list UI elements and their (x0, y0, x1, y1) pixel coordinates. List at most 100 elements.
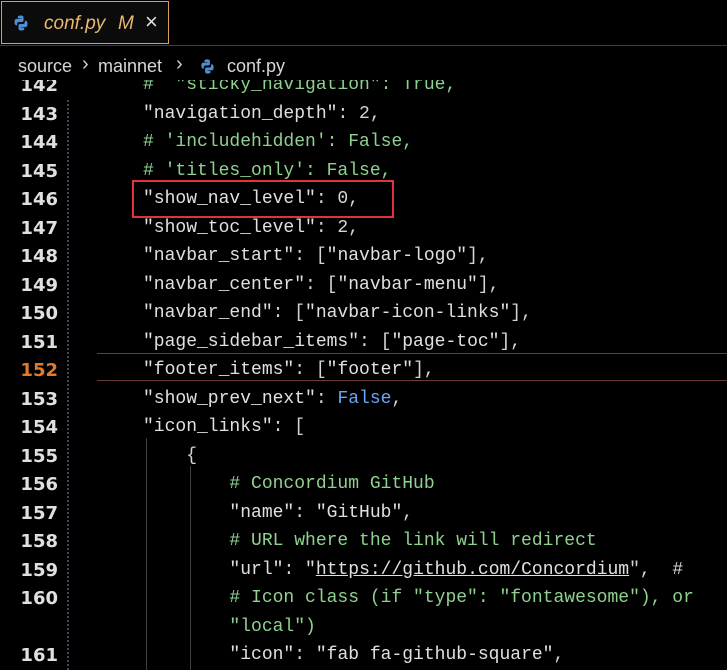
code-token: "page-toc" (391, 331, 500, 352)
indent-guide (67, 100, 69, 670)
code-line[interactable]: "icon_links": [ (143, 417, 305, 437)
code-token: False (337, 388, 392, 409)
code-line[interactable]: "local") (143, 616, 316, 637)
code-line[interactable]: "name": "GitHub", (143, 503, 413, 523)
breadcrumb: source › mainnet › conf.py (0, 52, 727, 80)
code-token: ], (413, 360, 435, 380)
line-number: 142 (20, 80, 58, 96)
code-token: { (143, 445, 198, 466)
code-line[interactable]: "footer_items": ["footer"], (143, 360, 435, 380)
line-number: 145 (20, 160, 58, 182)
code-token: # 'includehidden': False, (143, 132, 414, 152)
code-token: , (553, 645, 565, 665)
code-token: ], (510, 303, 532, 323)
code-token: , (402, 502, 414, 523)
code-token: ], (467, 246, 489, 266)
code-token: : (315, 388, 338, 409)
code-token: # "sticky_navigation": True, (143, 80, 457, 95)
editor-window: conf.py M × source › mainnet › conf.py 1… (0, 0, 727, 670)
code-token: "footer_items" (143, 360, 295, 380)
code-token: "local") (143, 616, 316, 637)
code-editor[interactable]: 142 # "sticky_navigation": True, 143 "navig… (0, 80, 727, 670)
code-line[interactable]: "url": "https://github.com/Concordium", … (143, 560, 694, 580)
tab-filename: conf.py (44, 13, 106, 34)
tab-conf-py[interactable]: conf.py M × (1, 1, 169, 44)
code-token: , (391, 388, 403, 409)
code-token: ], (499, 331, 522, 352)
line-number: 152 (20, 360, 58, 381)
line-number: 155 (20, 445, 58, 467)
code-token: "navbar-menu" (337, 274, 478, 295)
line-number: 149 (20, 274, 58, 296)
code-token: "navbar-icon-links" (305, 303, 511, 323)
line-number: 159 (20, 559, 58, 581)
code-token: "navigation_depth" (143, 103, 338, 124)
line-number: 151 (20, 331, 58, 353)
code-token: : [ (294, 360, 327, 380)
code-token: : (294, 645, 316, 665)
code-line[interactable]: "navbar_center": ["navbar-menu"], (143, 275, 499, 295)
line-number: 148 (20, 246, 58, 267)
tab-bar: conf.py M × (0, 0, 727, 46)
code-token: ], (477, 274, 500, 295)
code-line[interactable]: { (143, 446, 197, 466)
code-line[interactable]: # Icon class (if "type": "fontawesome"),… (143, 588, 693, 608)
code-line[interactable]: "navbar_end": ["navbar-icon-links"], (143, 303, 532, 323)
code-line[interactable]: # 'includehidden': False, (143, 132, 413, 152)
code-token: # URL where the link will redirect (143, 531, 597, 551)
code-token: " (305, 559, 316, 580)
line-number: 161 (20, 645, 58, 666)
chevron-right-icon: › (176, 53, 183, 75)
code-token: : [ (294, 246, 327, 266)
code-token: : 2, (315, 217, 360, 238)
code-token: : [ (272, 303, 306, 323)
modified-indicator: M (118, 13, 134, 34)
code-token[interactable]: https://github.com/Concordium (316, 560, 629, 580)
code-token: "icon_links" (143, 417, 273, 437)
code-line[interactable]: "page_sidebar_items": ["page-toc"], (143, 332, 521, 352)
code-line[interactable]: "navigation_depth": 2, (143, 104, 381, 124)
code-line[interactable]: "show_prev_next": False, (143, 389, 402, 409)
code-token: : 2, (337, 103, 381, 124)
chevron-right-icon: › (82, 53, 89, 75)
code-line[interactable]: "icon": "fab fa-github-square", (143, 645, 564, 665)
line-number: 146 (20, 189, 58, 210)
line-number: 160 (20, 588, 58, 609)
breadcrumb-source[interactable]: source (18, 56, 72, 77)
code-token: "navbar_end" (143, 303, 273, 323)
code-token: "navbar_center" (143, 274, 306, 295)
code-token: "url" (143, 559, 284, 580)
code-line[interactable]: # 'titles_only': False, (143, 161, 391, 181)
code-token: "page_sidebar_items" (143, 331, 360, 352)
code-token: : [ (359, 331, 392, 352)
code-token: : [ (305, 274, 338, 295)
breadcrumb-mainnet[interactable]: mainnet (98, 56, 162, 77)
code-token: # 'titles_only': False, (143, 160, 392, 181)
annotation-box (132, 180, 394, 218)
code-line[interactable]: # "sticky_navigation": True, (143, 80, 456, 95)
code-token: : [ (272, 417, 306, 437)
breadcrumb-conf-py[interactable]: conf.py (227, 56, 285, 77)
python-icon (14, 15, 28, 31)
line-number: 154 (20, 417, 58, 438)
close-icon[interactable]: × (145, 11, 158, 33)
code-token: "navbar_start" (143, 246, 295, 266)
code-token: : (283, 559, 306, 580)
line-number: 158 (20, 531, 58, 552)
code-line[interactable]: # URL where the link will redirect (143, 531, 597, 551)
code-token: "navbar-logo" (326, 246, 468, 266)
code-line[interactable]: "navbar_start": ["navbar-logo"], (143, 246, 489, 266)
line-number: 143 (20, 103, 58, 125)
line-number: 144 (20, 132, 58, 153)
code-token: : (294, 502, 316, 523)
code-line[interactable]: # Concordium GitHub (143, 474, 435, 494)
code-token: "name" (143, 502, 295, 523)
line-number: 153 (20, 388, 58, 410)
code-line[interactable]: "show_toc_level": 2, (143, 218, 359, 238)
code-token: # Concordium GitHub (143, 474, 435, 494)
code-token: "footer" (326, 360, 414, 380)
code-token: "icon" (143, 645, 295, 665)
code-token: ", # (629, 559, 694, 580)
line-number: 156 (20, 474, 58, 495)
code-token: "fab fa-github-square" (315, 645, 554, 665)
